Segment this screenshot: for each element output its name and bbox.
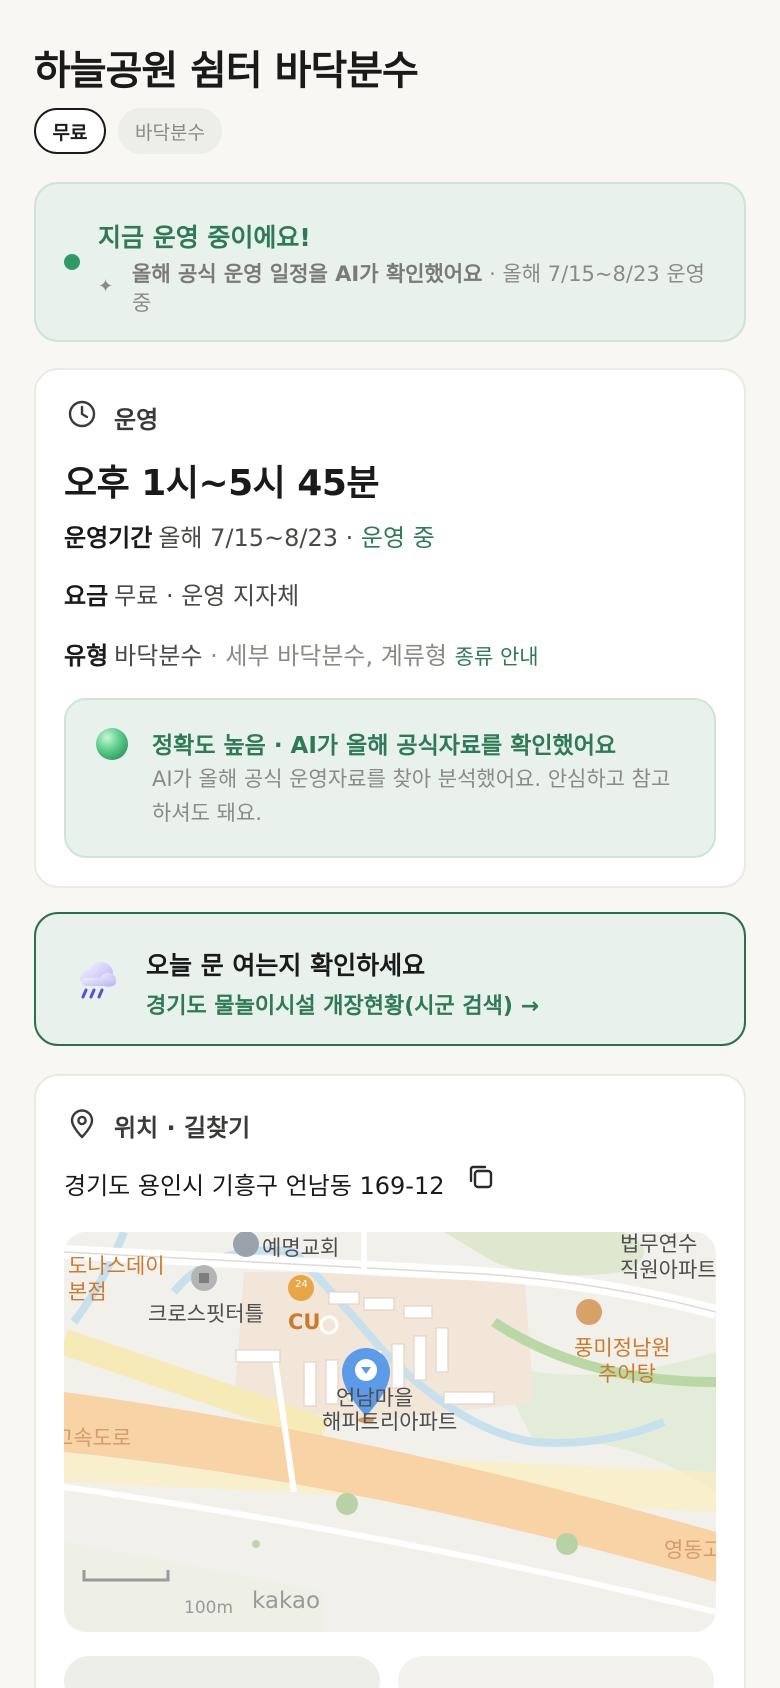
operation-header: 운영	[114, 406, 159, 434]
status-title: 지금 운영 중이에요!	[98, 223, 311, 252]
type-value: 바닥분수	[114, 642, 203, 670]
accuracy-title: 정확도 높음 · AI가 올해 공식자료를 확인했어요	[152, 733, 617, 759]
copy-icon[interactable]	[466, 1162, 496, 1192]
period-status: 운영 중	[360, 524, 435, 552]
map-label-highway-left: 고속도로	[64, 1426, 132, 1450]
type-detail: · 세부 바닥분수, 계류형	[202, 642, 455, 670]
location-header: 위치 · 길찾기	[114, 1114, 251, 1142]
address-text: 경기도 용인시 기흥구 언남동 169-12	[64, 1172, 445, 1200]
bottom-action-left[interactable]	[64, 1656, 380, 1688]
period-row: 운영기간 올해 7/15~8/23 · 운영 중	[64, 518, 435, 553]
accuracy-orb-icon	[96, 728, 128, 760]
map-brand-logo: kakao	[252, 1588, 321, 1614]
chip-free[interactable]: 무료	[34, 108, 106, 154]
map-label-cu: CU	[288, 1310, 321, 1334]
type-row: 유형 바닥분수 · 세부 바닥분수, 계류형 종류 안내	[64, 636, 539, 671]
map-label-church: 예명교회	[262, 1236, 340, 1260]
page-title: 하늘공원 쉼터 바닥분수	[34, 48, 419, 94]
check-title: 오늘 문 여는지 확인하세요	[146, 951, 426, 980]
fee-row: 요금 무료 · 운영 지자체	[64, 576, 299, 611]
type-label: 유형	[64, 642, 109, 670]
accuracy-text: AI가 올해 공식 운영자료를 찾아 분석했어요. 안심하고 참고하셔도 돼요.	[152, 767, 671, 825]
operating-hours: 오후 1시~5시 45분	[64, 463, 380, 504]
period-label: 운영기간	[64, 524, 153, 552]
map-label-law-2: 직원아파트	[620, 1258, 716, 1282]
type-guide-link[interactable]: 종류 안내	[455, 645, 539, 669]
map-label-apt-2: 해피트리아파트	[322, 1410, 458, 1434]
bottom-action-right[interactable]	[398, 1656, 714, 1688]
map-label-crossfit: 크로스핏터틀	[148, 1302, 264, 1326]
map-scale: 100m	[184, 1598, 234, 1618]
status-text: 올해 공식 운영 일정을 AI가 확인했어요 · 올해 7/15~8/23 운영…	[132, 260, 712, 318]
detail-page: 하늘공원 쉼터 바닥분수 무료 바닥분수 지금 운영 중이에요! ✦ 올해 공식…	[0, 0, 780, 1688]
fee-label: 요금	[64, 582, 109, 610]
open-status-link[interactable]: 경기도 물놀이시설 개장현황(시군 검색) →	[146, 988, 539, 1020]
operating-status-card: 지금 운영 중이에요! ✦ 올해 공식 운영 일정을 AI가 확인했어요 · 올…	[34, 182, 746, 342]
map-view[interactable]: 예명교회 도나스데이 본점 크로스핏터틀 CU 24 법무연수 직원아파트 풍미…	[64, 1232, 716, 1632]
status-dot	[64, 254, 80, 270]
location-card: 위치 · 길찾기 경기도 용인시 기흥구 언남동 169-12 예명교회 도나스…	[34, 1074, 746, 1688]
status-ai-note: 올해 공식 운영 일정을 AI가 확인했어요	[132, 262, 483, 286]
accuracy-box: 정확도 높음 · AI가 올해 공식자료를 확인했어요 AI가 올해 공식 운영…	[64, 698, 716, 858]
map-label-donas-2: 본점	[68, 1280, 107, 1304]
map-label-cu-badge: 24	[295, 1279, 308, 1290]
clock-icon	[68, 400, 96, 428]
fee-value: 무료 · 운영 지자체	[114, 582, 300, 610]
tag-chips: 무료 바닥분수	[34, 108, 222, 154]
operation-card: 운영 오후 1시~5시 45분 운영기간 올해 7/15~8/23 · 운영 중 …	[34, 368, 746, 888]
map-label-restaurant-2: 추어탕	[598, 1362, 656, 1386]
open-check-card[interactable]: 오늘 문 여는지 확인하세요 경기도 물놀이시설 개장현황(시군 검색) →	[34, 912, 746, 1046]
location-pin-icon	[70, 1109, 94, 1139]
rain-cloud-icon	[80, 962, 116, 999]
map-label-highway-right: 영동고	[664, 1538, 716, 1562]
period-value: 올해 7/15~8/23 ·	[158, 524, 361, 552]
chip-type[interactable]: 바닥분수	[118, 108, 222, 154]
sparkle-icon: ✦	[98, 276, 114, 297]
